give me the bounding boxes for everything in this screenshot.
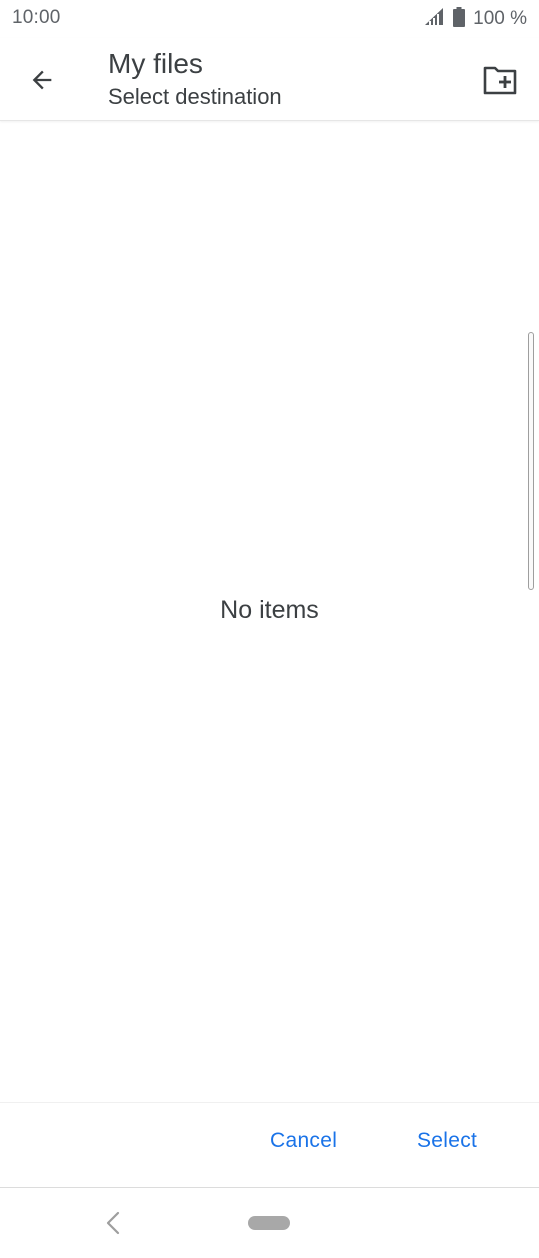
nav-back-icon[interactable] <box>102 1208 124 1238</box>
status-time: 10:00 <box>12 7 61 28</box>
empty-state-message: No items <box>220 596 319 624</box>
app-bar: My files Select destination <box>0 38 539 121</box>
page-title: My files <box>108 48 203 79</box>
select-button[interactable]: Select <box>417 1129 477 1153</box>
signal-icon <box>425 7 445 31</box>
scrollbar[interactable] <box>528 332 534 590</box>
new-folder-button[interactable] <box>475 55 525 105</box>
back-button[interactable] <box>18 56 66 104</box>
action-bar: Cancel Select <box>0 1102 539 1186</box>
system-navigation-bar <box>0 1187 539 1258</box>
new-folder-icon <box>483 66 517 95</box>
battery-icon <box>453 6 466 32</box>
arrow-back-icon <box>32 70 52 90</box>
file-picker-screen: 10:00 100 % My files Select destination … <box>0 0 539 1258</box>
page-subtitle: Select destination <box>108 84 282 109</box>
file-list-area[interactable]: No items <box>0 122 539 1102</box>
nav-home-pill[interactable] <box>248 1216 290 1230</box>
status-bar: 10:00 100 % <box>0 0 539 38</box>
battery-percentage: 100 % <box>473 8 527 29</box>
status-icons: 100 % <box>425 6 527 32</box>
cancel-button[interactable]: Cancel <box>270 1129 337 1153</box>
